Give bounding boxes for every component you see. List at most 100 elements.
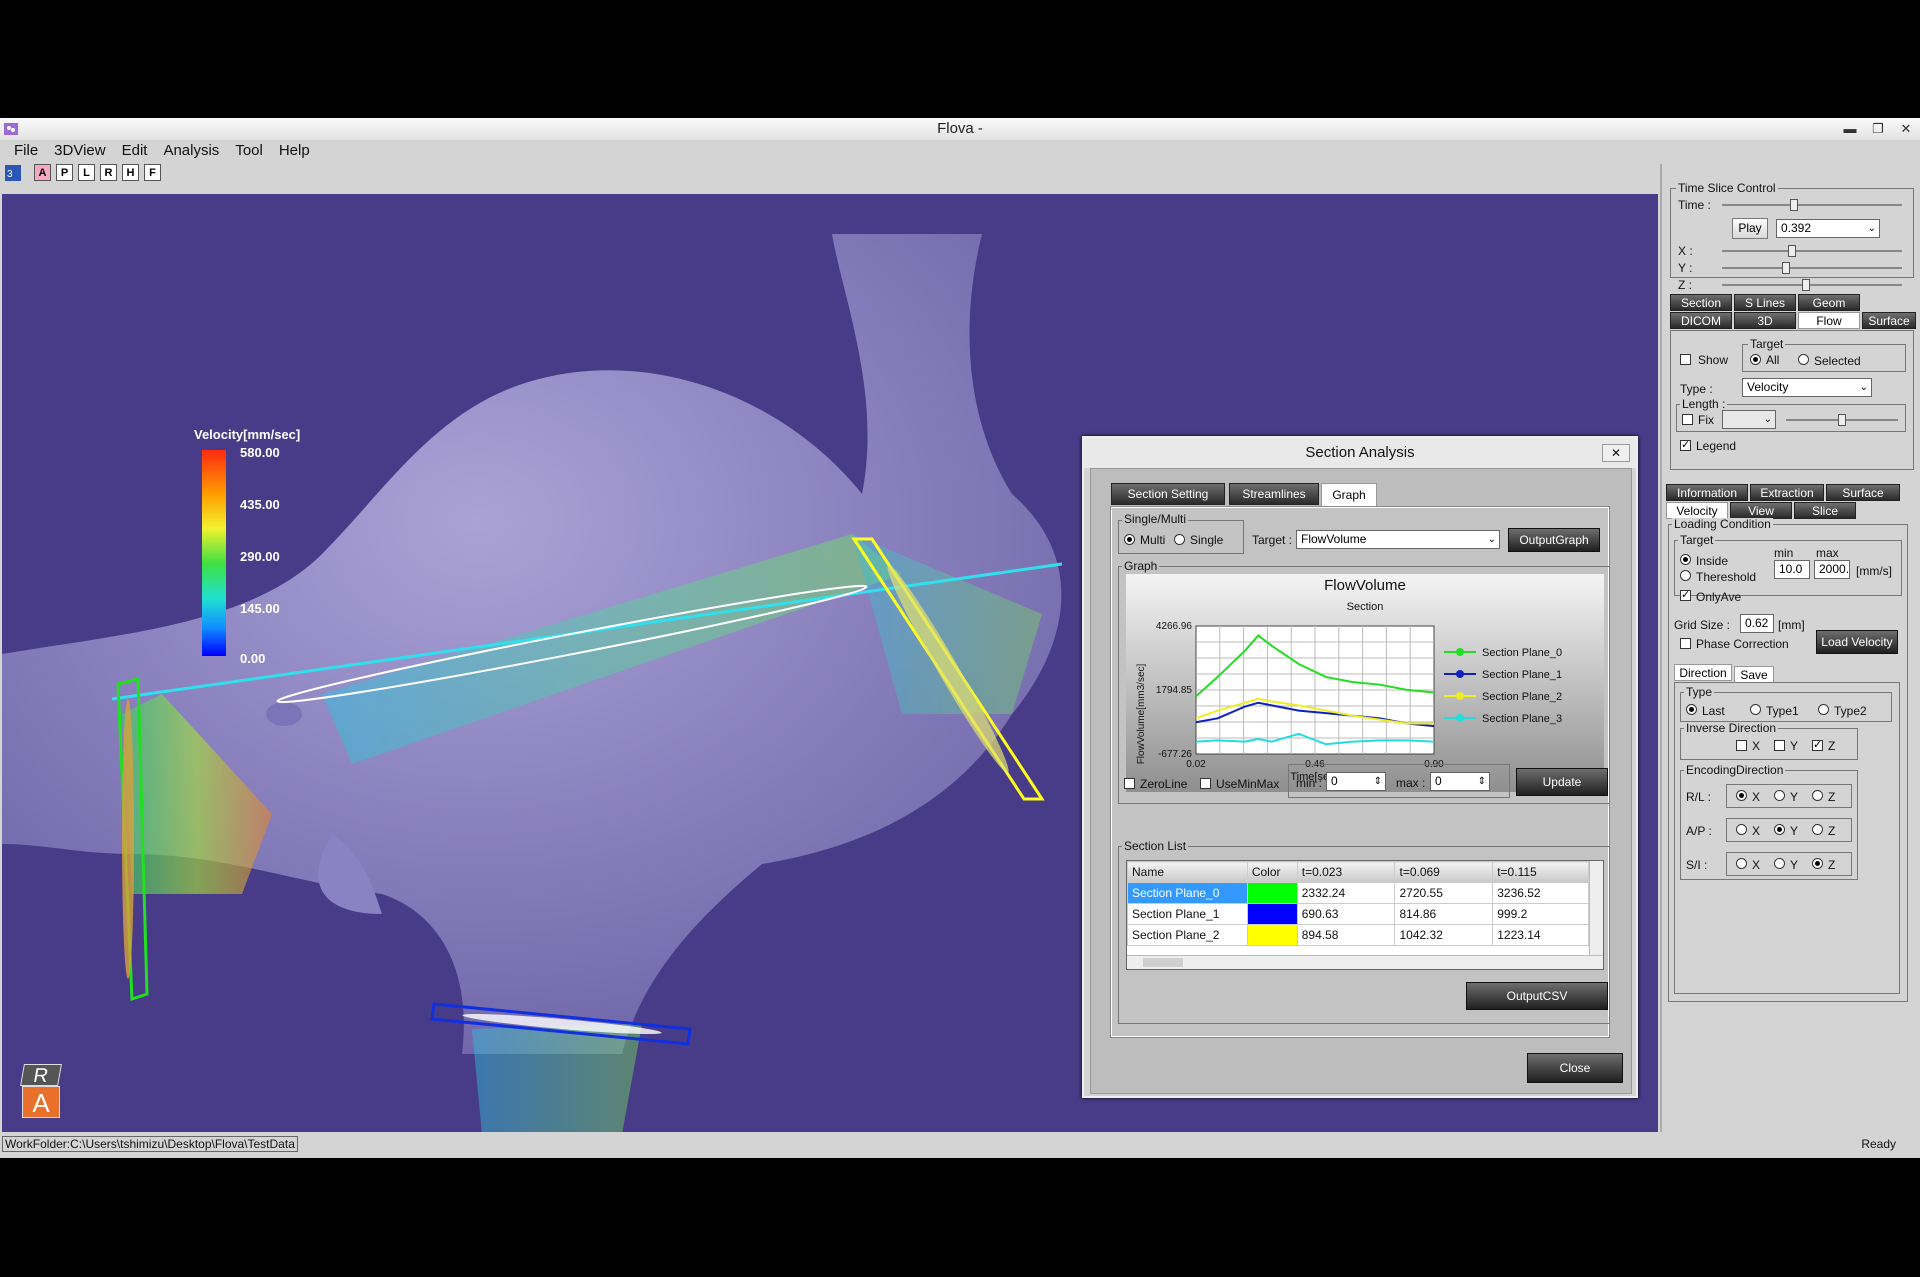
fix-checkbox[interactable] bbox=[1682, 414, 1693, 425]
target-all-radio[interactable] bbox=[1750, 354, 1761, 365]
view-head-button[interactable]: H bbox=[122, 164, 139, 181]
table-row[interactable]: Section Plane_2 894.58 1042.32 1223.14 bbox=[1127, 924, 1589, 946]
col-t2[interactable]: t=0.069 bbox=[1394, 861, 1494, 883]
view-anterior-button[interactable]: A bbox=[34, 164, 51, 181]
legend-checkbox[interactable]: ✓ bbox=[1680, 440, 1691, 451]
phase-correction-checkbox[interactable] bbox=[1680, 638, 1691, 649]
dialog-close-x-button[interactable]: ✕ bbox=[1602, 444, 1630, 462]
col-t1[interactable]: t=0.023 bbox=[1296, 861, 1396, 883]
tab-flow[interactable]: Flow bbox=[1798, 312, 1860, 329]
col-t3[interactable]: t=0.115 bbox=[1492, 861, 1589, 883]
tab-information[interactable]: Information bbox=[1666, 484, 1748, 501]
section-table[interactable]: Name Color t=0.023 t=0.069 t=0.115 Secti… bbox=[1126, 860, 1604, 970]
grid-size-input[interactable]: 0.62 bbox=[1740, 614, 1774, 633]
threshold-radio[interactable] bbox=[1680, 570, 1691, 581]
reset-view-icon[interactable]: 3 bbox=[4, 164, 22, 182]
tab-graph[interactable]: Graph bbox=[1321, 483, 1377, 507]
zeroline-checkbox[interactable] bbox=[1124, 778, 1135, 789]
max-input[interactable]: 2000. bbox=[1814, 560, 1850, 579]
col-color[interactable]: Color bbox=[1246, 861, 1298, 883]
table-horizontal-scrollbar[interactable] bbox=[1127, 955, 1603, 969]
rl-x-label: X bbox=[1752, 790, 1761, 804]
tab-extraction[interactable]: Extraction bbox=[1750, 484, 1824, 501]
menu-tool[interactable]: Tool bbox=[227, 140, 271, 162]
graph-target-select[interactable]: FlowVolume ⌄ bbox=[1296, 530, 1500, 549]
load-velocity-button[interactable]: Load Velocity bbox=[1816, 630, 1898, 654]
si-z-radio[interactable] bbox=[1812, 858, 1823, 869]
multi-radio[interactable] bbox=[1124, 534, 1135, 545]
view-right-button[interactable]: R bbox=[100, 164, 117, 181]
inverse-x-checkbox[interactable] bbox=[1736, 740, 1747, 751]
legend-marker bbox=[1456, 648, 1464, 656]
target-selected-radio[interactable] bbox=[1798, 354, 1809, 365]
legend-marker bbox=[1456, 692, 1464, 700]
tab-section[interactable]: Section bbox=[1670, 294, 1732, 311]
dialog-close-button[interactable]: Close bbox=[1527, 1053, 1623, 1083]
menu-3dview[interactable]: 3DView bbox=[46, 140, 113, 162]
min-input[interactable]: 10.0 bbox=[1774, 560, 1810, 579]
x-slider[interactable] bbox=[1722, 245, 1902, 257]
z-slider[interactable] bbox=[1722, 279, 1902, 291]
view-left-button[interactable]: L bbox=[78, 164, 95, 181]
view-posterior-button[interactable]: P bbox=[56, 164, 73, 181]
ap-z-radio[interactable] bbox=[1812, 824, 1823, 835]
col-name[interactable]: Name bbox=[1127, 861, 1248, 883]
minimize-button[interactable]: ▬ bbox=[1836, 118, 1864, 140]
si-y-label: Y bbox=[1790, 858, 1799, 872]
si-y-radio[interactable] bbox=[1774, 858, 1785, 869]
single-radio[interactable] bbox=[1174, 534, 1185, 545]
type-type1-label: Type1 bbox=[1766, 704, 1799, 718]
rl-x-radio[interactable] bbox=[1736, 790, 1747, 801]
tab-section-setting[interactable]: Section Setting bbox=[1111, 483, 1225, 505]
type-type1-radio[interactable] bbox=[1750, 704, 1761, 715]
tab-surface[interactable]: Surface bbox=[1862, 312, 1916, 329]
tab-streamlines[interactable]: Streamlines bbox=[1229, 483, 1319, 505]
menu-help[interactable]: Help bbox=[271, 140, 318, 162]
tab-dicom[interactable]: DICOM bbox=[1670, 312, 1732, 329]
useminmax-checkbox[interactable] bbox=[1200, 778, 1211, 789]
close-window-button[interactable]: ✕ bbox=[1892, 118, 1920, 140]
graph-max-input[interactable]: 0 ⇕ bbox=[1430, 772, 1490, 791]
inverse-z-checkbox[interactable]: ✓ bbox=[1812, 740, 1823, 751]
table-vertical-scrollbar[interactable] bbox=[1589, 861, 1603, 955]
length-slider[interactable] bbox=[1786, 414, 1898, 426]
inverse-y-checkbox[interactable] bbox=[1774, 740, 1785, 751]
si-x-radio[interactable] bbox=[1736, 858, 1747, 869]
tab-save[interactable]: Save bbox=[1734, 666, 1774, 683]
output-csv-button[interactable]: OutputCSV bbox=[1466, 982, 1608, 1010]
ap-x-radio[interactable] bbox=[1736, 824, 1747, 835]
tab-surface-2[interactable]: Surface bbox=[1826, 484, 1900, 501]
play-button[interactable]: Play bbox=[1732, 218, 1768, 239]
tab-slice[interactable]: Slice bbox=[1794, 502, 1856, 519]
tab-3d[interactable]: 3D bbox=[1734, 312, 1796, 329]
table-row[interactable]: Section Plane_1 690.63 814.86 999.2 bbox=[1127, 903, 1589, 925]
menu-file[interactable]: File bbox=[6, 140, 46, 162]
tab-slines[interactable]: S Lines bbox=[1734, 294, 1796, 311]
time-slider[interactable] bbox=[1722, 199, 1902, 211]
graph-min-input[interactable]: 0 ⇕ bbox=[1326, 772, 1386, 791]
output-graph-button[interactable]: OutputGraph bbox=[1508, 528, 1600, 552]
type-select[interactable]: Velocity ⌄ bbox=[1742, 378, 1872, 397]
ap-y-radio[interactable] bbox=[1774, 824, 1785, 835]
onlyave-checkbox[interactable]: ✓ bbox=[1680, 590, 1691, 601]
update-button[interactable]: Update bbox=[1516, 768, 1608, 796]
show-checkbox[interactable] bbox=[1680, 354, 1691, 365]
tab-geom[interactable]: Geom bbox=[1798, 294, 1860, 311]
rl-z-radio[interactable] bbox=[1812, 790, 1823, 801]
menu-analysis[interactable]: Analysis bbox=[155, 140, 227, 162]
graph-tab-panel: Single/Multi Multi Single Target : FlowV… bbox=[1110, 506, 1610, 1038]
length-select[interactable]: ⌄ bbox=[1722, 410, 1776, 429]
graph-group-title: Graph bbox=[1122, 559, 1160, 573]
table-row[interactable]: Section Plane_0 2332.24 2720.55 3236.52 bbox=[1127, 882, 1589, 904]
type-last-label: Last bbox=[1702, 704, 1725, 718]
time-select[interactable]: 0.392 ⌄ bbox=[1776, 219, 1880, 238]
type-last-radio[interactable] bbox=[1686, 704, 1697, 715]
menu-edit[interactable]: Edit bbox=[114, 140, 156, 162]
y-slider[interactable] bbox=[1722, 262, 1902, 274]
restore-button[interactable]: ❐ bbox=[1864, 118, 1892, 140]
rl-y-radio[interactable] bbox=[1774, 790, 1785, 801]
inside-radio[interactable] bbox=[1680, 554, 1691, 565]
type-type2-radio[interactable] bbox=[1818, 704, 1829, 715]
tab-direction[interactable]: Direction bbox=[1674, 664, 1732, 681]
view-foot-button[interactable]: F bbox=[144, 164, 161, 181]
